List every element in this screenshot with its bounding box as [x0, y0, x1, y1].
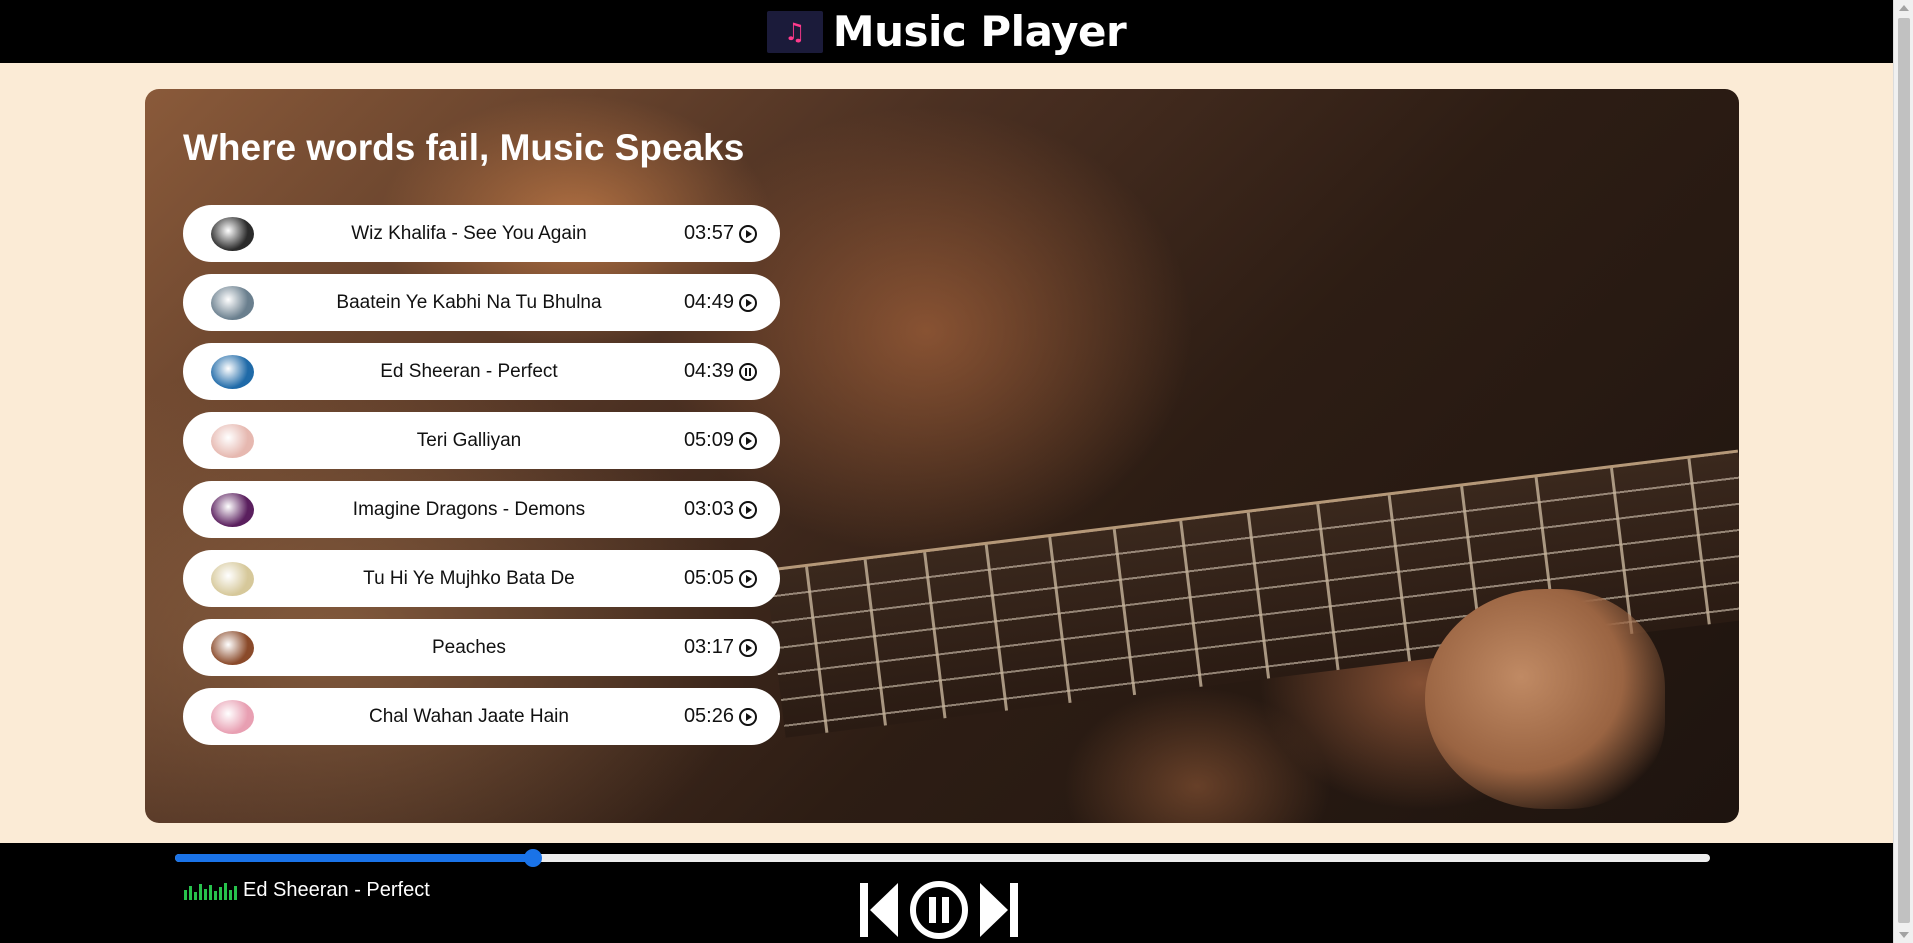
song-item[interactable]: Imagine Dragons - Demons 03:03	[183, 481, 780, 538]
song-title: Tu Hi Ye Mujhko Bata De	[363, 567, 575, 589]
song-cover-image	[211, 561, 254, 596]
page-scrollbar[interactable]	[1893, 0, 1913, 943]
song-duration: 03:03	[683, 498, 734, 520]
song-duration: 05:09	[683, 429, 734, 451]
scroll-down-icon[interactable]	[1899, 932, 1909, 938]
play-circle-icon[interactable]	[738, 500, 758, 520]
play-circle-icon[interactable]	[738, 224, 758, 244]
progress-bar[interactable]	[175, 849, 1710, 867]
song-title: Teri Galliyan	[416, 429, 522, 451]
song-duration-group: 04:39	[684, 360, 758, 383]
song-cover-image	[211, 354, 254, 389]
song-duration: 04:39	[683, 360, 734, 382]
headline: Where words fail, Music Speaks	[183, 127, 745, 168]
song-cover-image	[211, 699, 254, 734]
song-cover-image	[211, 423, 254, 458]
song-title: Imagine Dragons - Demons	[352, 498, 586, 520]
scroll-up-icon[interactable]	[1899, 5, 1909, 11]
play-circle-icon[interactable]	[738, 293, 758, 313]
song-title: Ed Sheeran - Perfect	[380, 360, 558, 382]
song-list: Wiz Khalifa - See You Again 03:57 Baatein …	[183, 205, 780, 757]
playback-controls	[858, 879, 1020, 941]
song-duration: 04:49	[683, 291, 734, 313]
play-circle-icon[interactable]	[738, 431, 758, 451]
song-duration-group: 04:49	[684, 291, 758, 314]
song-card: Where words fail, Music Speaks Wiz Khali…	[145, 89, 1739, 823]
song-item[interactable]: Chal Wahan Jaate Hain 05:26	[183, 688, 780, 745]
song-cover-image	[211, 492, 254, 527]
progress-thumb[interactable]	[523, 849, 542, 867]
song-duration-group: 03:57	[684, 222, 758, 245]
song-item[interactable]: Tu Hi Ye Mujhko Bata De 05:05	[183, 550, 780, 607]
song-cover-image	[211, 630, 254, 665]
song-duration-group: 03:03	[684, 498, 758, 521]
song-title: Chal Wahan Jaate Hain	[368, 705, 569, 727]
pause-icon[interactable]	[908, 879, 970, 941]
song-cover-image	[211, 285, 254, 320]
app-title: Music Player	[832, 7, 1127, 56]
music-note-icon: ♫	[766, 10, 823, 53]
top-navbar: ♫ Music Player	[0, 0, 1893, 63]
song-duration: 03:17	[683, 636, 734, 658]
song-item[interactable]: Wiz Khalifa - See You Again 03:57	[183, 205, 780, 262]
now-playing: Ed Sheeran - Perfect	[184, 879, 430, 902]
player-bar: Ed Sheeran - Perfect	[0, 843, 1893, 943]
song-duration-group: 05:26	[684, 705, 758, 728]
song-item[interactable]: Baatein Ye Kabhi Na Tu Bhulna 04:49	[183, 274, 780, 331]
song-duration-group: 05:05	[684, 567, 758, 590]
song-duration-group: 03:17	[684, 636, 758, 659]
song-item[interactable]: Peaches 03:17	[183, 619, 780, 676]
song-title: Peaches	[431, 636, 506, 658]
song-duration: 03:57	[683, 222, 734, 244]
song-duration: 05:05	[683, 567, 734, 589]
now-playing-title: Ed Sheeran - Perfect	[243, 879, 430, 901]
progress-fill	[175, 854, 533, 862]
equalizer-icon	[184, 882, 237, 900]
song-duration-group: 05:09	[684, 429, 758, 452]
play-circle-icon[interactable]	[738, 638, 758, 658]
hand-image	[1425, 589, 1665, 809]
pause-circle-icon[interactable]	[738, 362, 758, 382]
song-cover-image	[211, 216, 254, 251]
song-duration: 05:26	[683, 705, 734, 727]
scroll-thumb[interactable]	[1898, 18, 1910, 923]
next-icon[interactable]	[978, 881, 1020, 939]
previous-icon[interactable]	[858, 881, 900, 939]
song-item[interactable]: Teri Galliyan 05:09	[183, 412, 780, 469]
song-title: Baatein Ye Kabhi Na Tu Bhulna	[336, 291, 602, 313]
song-item[interactable]: Ed Sheeran - Perfect 04:39	[183, 343, 780, 400]
play-circle-icon[interactable]	[738, 707, 758, 727]
song-title: Wiz Khalifa - See You Again	[351, 222, 587, 244]
music-player-page: ♫ Music Player Where words fail, Music S…	[0, 0, 1913, 943]
play-circle-icon[interactable]	[738, 569, 758, 589]
